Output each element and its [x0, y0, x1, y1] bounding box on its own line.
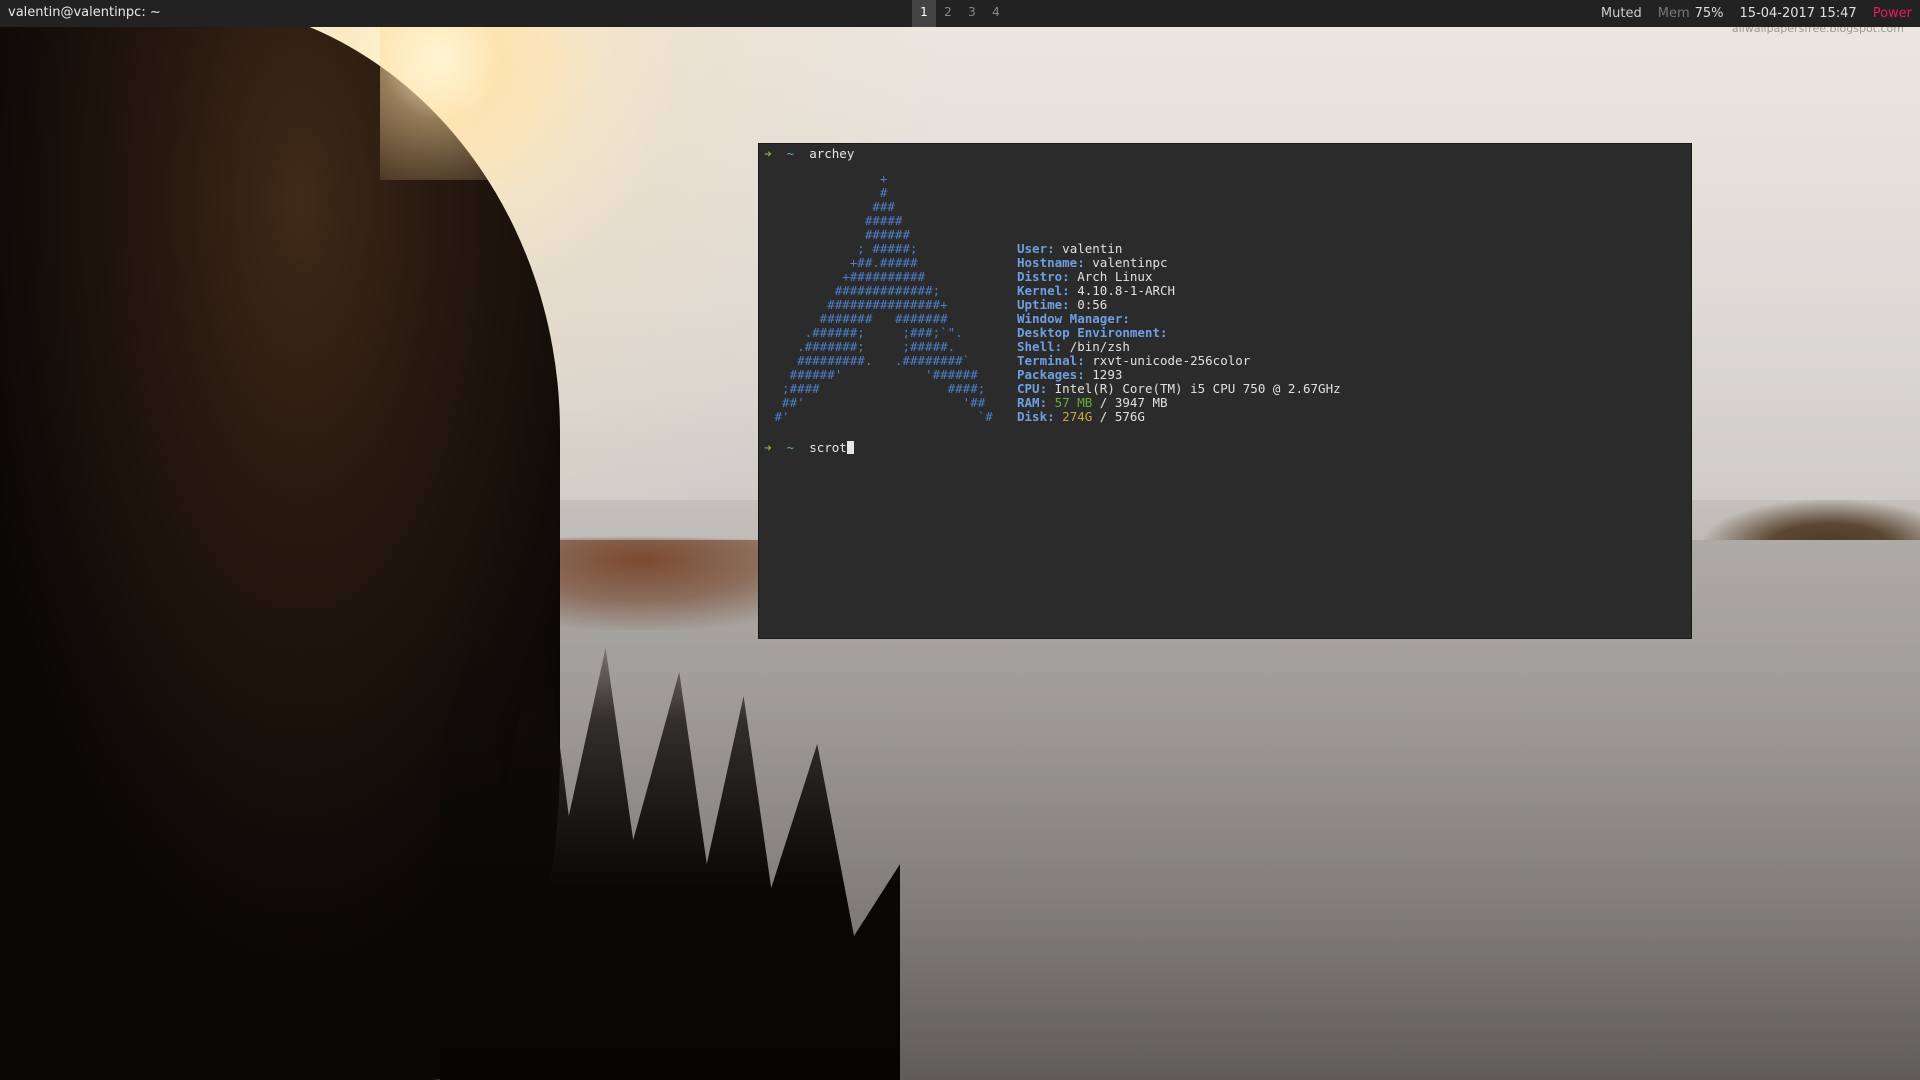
ascii-art-line: ####### #######	[767, 311, 948, 326]
status-area: Muted Mem 75% 15-04-2017 15:47 Power	[1601, 0, 1920, 27]
info-key: User:	[1017, 241, 1055, 256]
ascii-art-line: +	[767, 171, 888, 186]
ascii-art-line: #####	[767, 213, 903, 228]
info-key: Window Manager:	[1017, 311, 1130, 326]
disk-usage-separator: /	[1092, 409, 1115, 424]
ascii-art-line: ; #####;	[767, 241, 918, 256]
info-row: Window Manager:	[1017, 312, 1341, 326]
info-key: Uptime:	[1017, 297, 1070, 312]
info-key: Packages:	[1017, 367, 1085, 382]
disk-usage-total: 576G	[1114, 409, 1145, 424]
ascii-art-line: #	[767, 185, 888, 200]
workspace-switcher: 1 2 3 4	[912, 0, 1008, 27]
prompt-dir: ~	[786, 440, 795, 455]
prompt-line-2[interactable]: ➜ ~ scrot	[764, 441, 854, 455]
info-key: CPU:	[1017, 381, 1048, 396]
workspace-2[interactable]: 2	[936, 0, 960, 27]
prompt-arrow-icon: ➜	[764, 440, 772, 455]
ascii-art-line: +##.#####	[767, 255, 918, 270]
info-value: Intel(R) Core(TM) i5 CPU 750 @ 2.67GHz	[1054, 381, 1341, 396]
clock: 15-04-2017 15:47	[1739, 6, 1857, 21]
ascii-art-line: +##########	[767, 269, 926, 284]
prompt-dir: ~	[786, 146, 795, 161]
memory-status: Mem 75%	[1658, 6, 1724, 21]
ram-usage: RAM: 57 MB / 3947 MB	[1017, 396, 1341, 410]
ascii-art-line: #' `#	[767, 409, 993, 424]
info-key: Hostname:	[1017, 255, 1085, 270]
workspace-1[interactable]: 1	[912, 0, 936, 27]
info-value: 4.10.8-1-ARCH	[1077, 283, 1176, 298]
ascii-art-line: ######' '######	[767, 367, 978, 382]
ascii-art-line: .#######; ;#####.	[767, 339, 956, 354]
info-row: Terminal: rxvt-unicode-256color	[1017, 354, 1341, 368]
text-cursor	[846, 441, 854, 454]
info-row: Kernel: 4.10.8-1-ARCH	[1017, 284, 1341, 298]
ascii-art-line: .######; ;###;`".	[767, 325, 963, 340]
info-key: Shell:	[1017, 339, 1063, 354]
info-value: Arch Linux	[1077, 269, 1153, 284]
power-button[interactable]: Power	[1873, 6, 1912, 21]
info-row: Packages: 1293	[1017, 368, 1341, 382]
memory-label: Mem	[1657, 6, 1690, 21]
disk-usage: Disk: 274G / 576G	[1017, 410, 1341, 424]
info-row: User: valentin	[1017, 242, 1341, 256]
workspace-3[interactable]: 3	[960, 0, 984, 27]
wallpaper-sun	[380, 0, 640, 180]
arch-logo-ascii: + # ### ##### ###### ; #####; +##.##### …	[767, 172, 993, 424]
memory-value: 75%	[1694, 6, 1724, 21]
prompt-line-1: ➜ ~ archey	[764, 147, 854, 161]
info-row: Distro: Arch Linux	[1017, 270, 1341, 284]
info-row: Shell: /bin/zsh	[1017, 340, 1341, 354]
ram-usage-key: RAM:	[1017, 395, 1048, 410]
info-value: valentin	[1062, 241, 1123, 256]
ascii-art-line: ;#### ####;	[767, 381, 986, 396]
info-key: Terminal:	[1017, 353, 1085, 368]
ram-usage-separator: /	[1092, 395, 1115, 410]
terminal-window[interactable]: ➜ ~ archey + # ### ##### ###### ; #####;…	[758, 143, 1692, 639]
info-value: valentinpc	[1092, 255, 1168, 270]
info-value: 0:56	[1077, 297, 1108, 312]
ascii-art-line: ##' '##	[767, 395, 986, 410]
top-bar: valentin@valentinpc: ~ 1 2 3 4 Muted Mem…	[0, 0, 1920, 27]
info-key: Distro:	[1017, 269, 1070, 284]
disk-usage-used: 274G	[1062, 409, 1093, 424]
info-key: Desktop Environment:	[1017, 325, 1168, 340]
ascii-art-line: ###	[767, 199, 895, 214]
info-value: /bin/zsh	[1069, 339, 1130, 354]
info-row: Desktop Environment:	[1017, 326, 1341, 340]
focused-window-title: valentin@valentinpc: ~	[8, 5, 161, 20]
info-row: CPU: Intel(R) Core(TM) i5 CPU 750 @ 2.67…	[1017, 382, 1341, 396]
disk-usage-key: Disk:	[1017, 409, 1055, 424]
info-key: Kernel:	[1017, 283, 1070, 298]
info-value: 1293	[1092, 367, 1123, 382]
prompt-arrow-icon: ➜	[764, 146, 772, 161]
info-row: Hostname: valentinpc	[1017, 256, 1341, 270]
volume-status[interactable]: Muted	[1601, 6, 1642, 21]
ascii-art-line: ###############+	[767, 297, 948, 312]
ascii-art-line: #########. .########`	[767, 353, 971, 368]
workspace-4[interactable]: 4	[984, 0, 1008, 27]
ascii-art-line: #############;	[767, 283, 941, 298]
command-input[interactable]: scrot	[809, 440, 847, 455]
ascii-art-line: ######	[767, 227, 910, 242]
command-text: archey	[809, 146, 855, 161]
info-value: rxvt-unicode-256color	[1092, 353, 1251, 368]
system-info: User: valentin Hostname: valentinpc Distro…	[1017, 242, 1341, 424]
info-row: Uptime: 0:56	[1017, 298, 1341, 312]
ram-usage-used: 57 MB	[1054, 395, 1093, 410]
ram-usage-total: 3947 MB	[1114, 395, 1168, 410]
